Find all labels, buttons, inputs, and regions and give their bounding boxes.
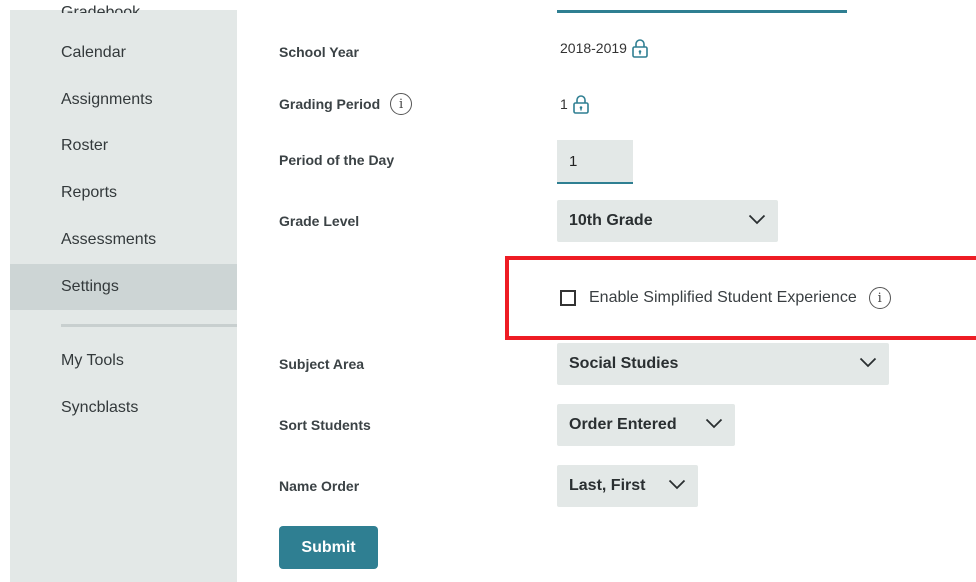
subject-area-select[interactable]: Social Studies — [557, 343, 889, 385]
sidebar-item-label: Roster — [61, 137, 109, 154]
sort-students-label-text: Sort Students — [279, 417, 371, 433]
lock-icon — [572, 94, 590, 114]
school-year-label: School Year — [279, 44, 359, 60]
sort-students-label: Sort Students — [279, 417, 371, 433]
sidebar-item-reports[interactable]: Reports — [10, 170, 237, 216]
name-order-label: Name Order — [279, 478, 359, 494]
sidebar-item-label: My Tools — [61, 352, 124, 369]
name-order-selected: Last, First — [569, 477, 646, 494]
sidebar-item-settings[interactable]: Settings — [10, 264, 237, 310]
sidebar: Gradebook Calendar Assignments Roster Re… — [10, 4, 237, 582]
chevron-down-icon — [705, 416, 723, 434]
grading-period-value: 1 — [560, 94, 590, 114]
period-of-day-label: Period of the Day — [279, 152, 394, 168]
name-order-select[interactable]: Last, First — [557, 465, 698, 507]
sidebar-item-roster[interactable]: Roster — [10, 123, 237, 169]
info-icon[interactable]: i — [868, 287, 891, 309]
grade-level-select[interactable]: 10th Grade — [557, 200, 778, 242]
subject-area-selected: Social Studies — [569, 355, 679, 372]
simplified-experience-checkbox[interactable] — [560, 290, 576, 306]
chevron-down-icon — [668, 477, 686, 495]
school-year-value: 2018-2019 — [560, 38, 649, 58]
settings-page: Gradebook Calendar Assignments Roster Re… — [0, 0, 976, 582]
sidebar-item-label: Settings — [61, 278, 119, 295]
sort-students-select[interactable]: Order Entered — [557, 404, 735, 446]
chevron-down-icon — [748, 212, 766, 230]
grade-level-selected: 10th Grade — [569, 212, 653, 229]
sidebar-item-label: Assignments — [61, 91, 153, 108]
grading-period-label: Grading Period i — [279, 93, 413, 115]
period-of-day-label-text: Period of the Day — [279, 152, 395, 168]
period-of-day-input[interactable] — [557, 140, 633, 184]
sidebar-item-calendar[interactable]: Calendar — [10, 30, 237, 76]
sidebar-item-assignments[interactable]: Assignments — [10, 77, 237, 123]
grade-level-label: Grade Level — [279, 213, 359, 229]
previous-field-underline — [557, 10, 847, 13]
info-icon[interactable]: i — [390, 93, 413, 115]
simplified-experience-row: Enable Simplified Student Experience i — [560, 287, 891, 309]
sidebar-item-syncblasts[interactable]: Syncblasts — [10, 385, 237, 431]
school-year-label-text: School Year — [279, 44, 359, 60]
sidebar-item-gradebook[interactable]: Gradebook — [10, 0, 237, 13]
subject-area-label: Subject Area — [279, 356, 364, 372]
grading-period-text: 1 — [560, 96, 568, 112]
grading-period-label-text: Grading Period — [279, 96, 381, 112]
sidebar-item-label: Gradebook — [61, 4, 141, 13]
school-year-text: 2018-2019 — [560, 40, 627, 56]
sort-students-selected: Order Entered — [569, 416, 677, 433]
sidebar-item-label: Calendar — [61, 44, 126, 61]
sidebar-item-my-tools[interactable]: My Tools — [10, 338, 237, 384]
lock-icon — [631, 38, 649, 58]
sidebar-item-label: Syncblasts — [61, 399, 139, 416]
grade-level-label-text: Grade Level — [279, 213, 360, 229]
name-order-label-text: Name Order — [279, 478, 360, 494]
sidebar-item-label: Assessments — [61, 231, 157, 248]
subject-area-label-text: Subject Area — [279, 356, 365, 372]
sidebar-divider — [61, 324, 237, 327]
submit-button[interactable]: Submit — [279, 526, 378, 569]
sidebar-item-assessments[interactable]: Assessments — [10, 217, 237, 263]
chevron-down-icon — [859, 355, 877, 373]
sidebar-item-label: Reports — [61, 184, 118, 201]
simplified-experience-label[interactable]: Enable Simplified Student Experience — [589, 289, 857, 307]
